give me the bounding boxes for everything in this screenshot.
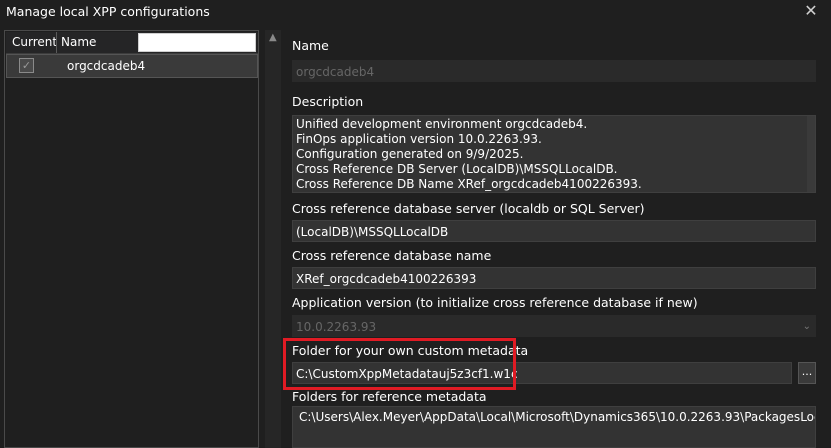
config-name-cell: orgcdcadeb4: [67, 59, 146, 73]
column-header-name[interactable]: Name: [61, 32, 96, 53]
grid-header: Current Name: [6, 32, 258, 54]
grid-filter-input[interactable]: [138, 33, 256, 52]
table-row[interactable]: ✓ orgcdcadeb4: [6, 54, 258, 78]
window-title: Manage local XPP configurations: [6, 4, 210, 19]
scroll-up-icon[interactable]: ▲: [269, 32, 277, 43]
app-version-combo: 10.0.2263.93 ⌄: [292, 315, 816, 337]
name-label: Name: [292, 38, 329, 53]
description-line: FinOps application version 10.0.2263.93.: [296, 132, 542, 146]
current-checkbox[interactable]: ✓: [19, 58, 34, 73]
list-item[interactable]: C:\Users\Alex.Meyer\AppData\Local\Micros…: [299, 410, 815, 424]
description-line: Unified development environment orgcdcad…: [296, 117, 588, 131]
close-icon[interactable]: ✕: [803, 3, 819, 19]
reference-metadata-list[interactable]: C:\Users\Alex.Meyer\AppData\Local\Micros…: [292, 406, 816, 448]
description-textarea[interactable]: Unified development environment orgcdcad…: [292, 115, 816, 193]
highlight-annotation: [283, 338, 516, 390]
xref-server-field[interactable]: (LocalDB)\MSSQLLocalDB: [292, 220, 816, 242]
check-icon: ✓: [21, 59, 32, 72]
chevron-down-icon: ⌄: [802, 321, 811, 332]
column-divider[interactable]: [56, 32, 57, 53]
browse-button[interactable]: ...: [798, 362, 816, 384]
description-line: Cross Reference DB Server (LocalDB)\MSSQ…: [296, 162, 618, 176]
description-line: Configuration generated on 9/9/2025.: [296, 147, 524, 161]
xref-server-label: Cross reference database server (localdb…: [292, 201, 645, 216]
description-scrollbar[interactable]: [807, 116, 815, 192]
column-header-current[interactable]: Current: [12, 32, 57, 53]
xref-name-label: Cross reference database name: [292, 248, 492, 263]
configurations-grid: Current Name ✓ orgcdcadeb4: [4, 30, 259, 448]
name-field: orgcdcadeb4: [292, 60, 816, 82]
reference-metadata-label: Folders for reference metadata: [292, 389, 487, 404]
app-version-label: Application version (to initialize cross…: [292, 295, 698, 310]
description-label: Description: [292, 94, 364, 109]
xref-name-field[interactable]: XRef_orgcdcadeb4100226393: [292, 267, 816, 289]
description-line: Cross Reference DB Name XRef_orgcdcadeb4…: [296, 177, 642, 191]
app-version-value: 10.0.2263.93: [296, 320, 377, 334]
form-scrollbar[interactable]: ▲: [265, 30, 281, 448]
